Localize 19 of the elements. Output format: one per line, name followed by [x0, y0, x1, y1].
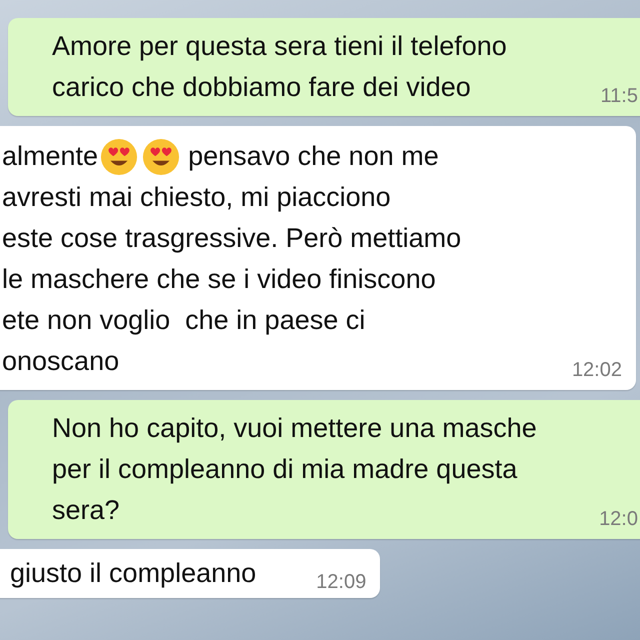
message-time: 12:0	[598, 508, 638, 531]
heart-eyes-emoji-icon	[142, 138, 180, 176]
message-text: per il compleanno di mia madre questa	[52, 454, 518, 485]
message-text: giusto il compleanno	[10, 558, 256, 589]
message-time: 12:02	[570, 359, 622, 382]
message-time: 11:5	[600, 85, 638, 108]
message-text: Non ho capito, vuoi mettere una masche	[52, 413, 537, 444]
message-text: onoscano	[2, 346, 120, 377]
message-time: 12:09	[315, 571, 366, 594]
message-text: almente	[2, 141, 98, 172]
message-text: ete non voglio che in paese ci	[2, 305, 366, 336]
message-text: este cose trasgressive. Però mettiamo	[2, 223, 462, 254]
message-text: avresti mai chiesto, mi piacciono	[2, 182, 391, 213]
message-text: Amore per questa sera tieni il telefono	[52, 31, 507, 62]
heart-eyes-emoji-icon	[100, 138, 138, 176]
message-text: pensavo che non me	[188, 141, 439, 172]
message-text: le maschere che se i video finiscono	[2, 264, 436, 295]
message-text: sera?	[52, 495, 120, 526]
message-text: carico che dobbiamo fare dei video	[52, 72, 471, 103]
